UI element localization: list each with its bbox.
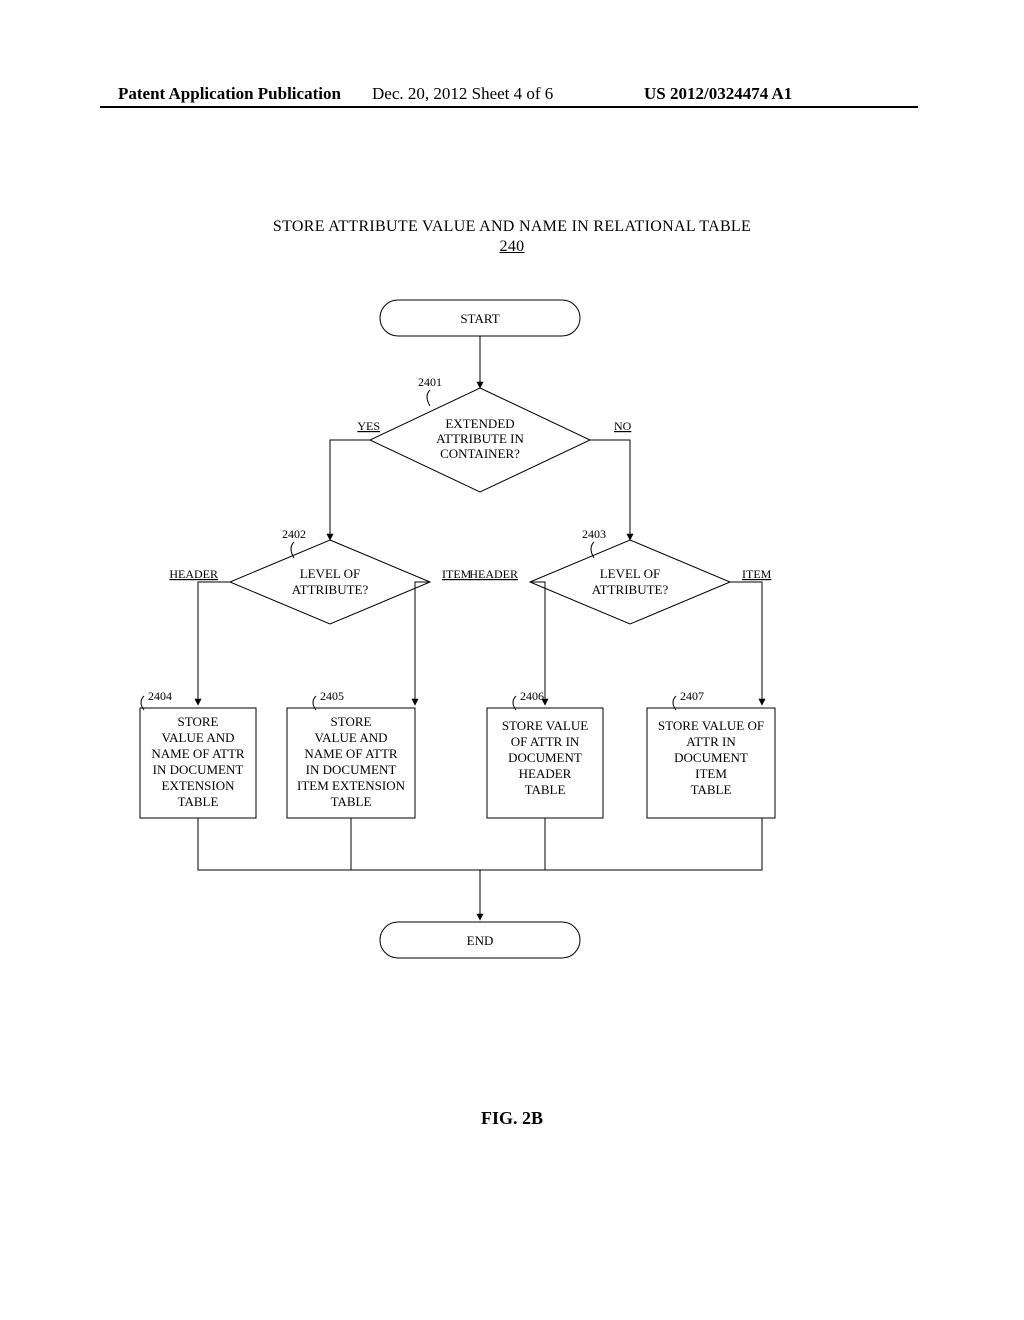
svg-text:STORE: STORE <box>331 714 372 729</box>
diagram-title-ref: 240 <box>0 238 1024 256</box>
svg-text:EXTENSION: EXTENSION <box>162 778 236 793</box>
svg-text:NAME OF ATTR: NAME OF ATTR <box>151 746 245 761</box>
svg-text:IN DOCUMENT: IN DOCUMENT <box>306 762 397 777</box>
svg-text:IN DOCUMENT: IN DOCUMENT <box>153 762 244 777</box>
svg-text:TABLE: TABLE <box>525 782 566 797</box>
svg-text:DOCUMENT: DOCUMENT <box>508 750 582 765</box>
svg-text:2405: 2405 <box>320 689 344 703</box>
edge-p7-merge <box>480 818 762 870</box>
process-doc-item: STORE VALUE OF ATTR IN DOCUMENT ITEM TAB… <box>647 708 775 818</box>
ref-2407: 2407 <box>673 689 704 710</box>
svg-text:STORE VALUE OF: STORE VALUE OF <box>658 718 764 733</box>
ref-2406: 2406 <box>513 689 544 710</box>
svg-text:CONTAINER?: CONTAINER? <box>440 446 520 461</box>
svg-text:2402: 2402 <box>282 527 306 541</box>
svg-text:2401: 2401 <box>418 375 442 389</box>
svg-text:NAME OF ATTR: NAME OF ATTR <box>304 746 398 761</box>
svg-text:2407: 2407 <box>680 689 704 703</box>
svg-text:VALUE AND: VALUE AND <box>161 730 234 745</box>
edge-d3-item <box>730 582 762 705</box>
edge-d1-no <box>590 440 630 540</box>
start-node: START <box>380 300 580 336</box>
header-center: Dec. 20, 2012 Sheet 4 of 6 <box>372 84 553 104</box>
svg-text:ATTR IN: ATTR IN <box>686 734 736 749</box>
label-no: NO <box>614 419 632 433</box>
svg-text:STORE: STORE <box>178 714 219 729</box>
svg-text:ITEM EXTENSION: ITEM EXTENSION <box>297 778 406 793</box>
ref-2404: 2404 <box>141 689 172 710</box>
svg-text:DOCUMENT: DOCUMENT <box>674 750 748 765</box>
svg-text:OF ATTR IN: OF ATTR IN <box>511 734 580 749</box>
header-right: US 2012/0324474 A1 <box>644 84 792 104</box>
decision-level-left: LEVEL OF ATTRIBUTE? <box>230 540 430 624</box>
svg-text:EXTENDED: EXTENDED <box>445 416 514 431</box>
svg-text:TABLE: TABLE <box>691 782 732 797</box>
label-header-2403: HEADER <box>469 567 518 581</box>
svg-text:LEVEL OF: LEVEL OF <box>300 566 361 581</box>
svg-text:ATTRIBUTE?: ATTRIBUTE? <box>592 582 669 597</box>
edge-d3-header <box>530 582 545 705</box>
process-doc-extension: STORE VALUE AND NAME OF ATTR IN DOCUMENT… <box>140 708 256 818</box>
label-item-2403: ITEM <box>742 567 772 581</box>
svg-text:TABLE: TABLE <box>331 794 372 809</box>
svg-text:ITEM: ITEM <box>695 766 727 781</box>
svg-text:2406: 2406 <box>520 689 544 703</box>
label-header-2402: HEADER <box>169 567 218 581</box>
svg-text:HEADER: HEADER <box>519 766 572 781</box>
svg-text:START: START <box>460 311 499 326</box>
header-left: Patent Application Publication <box>118 84 341 104</box>
svg-text:2404: 2404 <box>148 689 172 703</box>
decision-extended-attr: EXTENDED ATTRIBUTE IN CONTAINER? <box>370 388 590 492</box>
label-item-2402: ITEM <box>442 567 472 581</box>
edge-p4-merge <box>198 818 480 870</box>
process-item-extension: STORE VALUE AND NAME OF ATTR IN DOCUMENT… <box>287 708 415 818</box>
diagram-title-text: STORE ATTRIBUTE VALUE AND NAME IN RELATI… <box>0 218 1024 236</box>
decision-level-right: LEVEL OF ATTRIBUTE? <box>530 540 730 624</box>
svg-text:TABLE: TABLE <box>178 794 219 809</box>
diagram-title: STORE ATTRIBUTE VALUE AND NAME IN RELATI… <box>0 218 1024 256</box>
flowchart: START EXTENDED ATTRIBUTE IN CONTAINER? 2… <box>0 260 1024 1020</box>
edge-d1-yes <box>330 440 370 540</box>
end-node: END <box>380 922 580 958</box>
svg-text:VALUE AND: VALUE AND <box>314 730 387 745</box>
process-doc-header: STORE VALUE OF ATTR IN DOCUMENT HEADER T… <box>487 708 603 818</box>
svg-text:2403: 2403 <box>582 527 606 541</box>
figure-caption: FIG. 2B <box>0 1108 1024 1129</box>
edge-d2-item <box>415 582 430 705</box>
label-yes: YES <box>357 419 380 433</box>
svg-text:LEVEL OF: LEVEL OF <box>600 566 661 581</box>
svg-text:ATTRIBUTE?: ATTRIBUTE? <box>292 582 369 597</box>
edge-d2-header <box>198 582 230 705</box>
svg-text:END: END <box>467 933 494 948</box>
ref-2405: 2405 <box>313 689 344 710</box>
header-divider <box>100 106 918 108</box>
ref-2401: 2401 <box>418 375 442 406</box>
svg-text:STORE VALUE: STORE VALUE <box>502 718 588 733</box>
svg-text:ATTRIBUTE IN: ATTRIBUTE IN <box>436 431 524 446</box>
